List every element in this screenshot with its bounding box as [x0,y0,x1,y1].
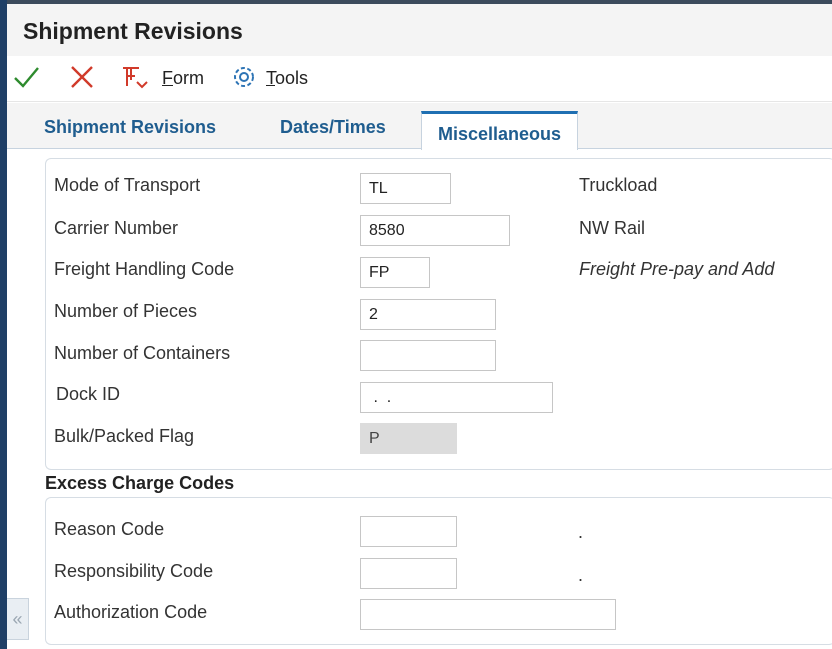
collapse-panel-button[interactable]: « [7,598,29,640]
authorization-code-label: Authorization Code [54,602,208,622]
freight-handling-code-description: Freight Pre-pay and Add [579,259,775,279]
authorization-code-field[interactable] [360,599,616,630]
tab-dates-times[interactable]: Dates/Times [280,117,386,138]
freight-handling-code-field[interactable]: FP [360,257,430,288]
reason-code-field[interactable] [360,516,457,547]
excess-charge-codes-title: Excess Charge Codes [45,473,235,493]
number-of-pieces-field[interactable]: 2 [360,299,496,330]
form-menu-icon[interactable] [120,62,150,92]
tab-shipment-revisions[interactable]: Shipment Revisions [44,117,216,138]
carrier-number-field[interactable]: 8580 [360,215,510,246]
mode-of-transport-label: Mode of Transport [54,175,201,195]
close-x-icon[interactable] [67,62,97,92]
toolbar: Form Tools [7,56,832,102]
mode-of-transport-description: Truckload [579,175,658,195]
bulk-packed-flag-label: Bulk/Packed Flag [54,426,195,446]
form-menu-button[interactable]: Form [162,68,204,89]
responsibility-code-description: . [578,565,584,585]
dock-id-field[interactable]: . . [360,382,553,413]
bulk-packed-flag-field: P [360,423,457,454]
reason-code-description: . [578,522,584,542]
number-of-pieces-label: Number of Pieces [54,301,198,321]
responsibility-code-label: Responsibility Code [54,561,214,581]
gear-icon[interactable] [229,62,259,92]
page-title: Shipment Revisions [23,18,243,44]
form-header: Shipment Revisions [7,0,832,56]
responsibility-code-field[interactable] [360,558,457,589]
mode-of-transport-field[interactable]: TL [360,173,451,204]
dock-id-label: Dock ID [56,384,121,404]
freight-handling-code-label: Freight Handling Code [54,259,235,279]
tab-bar: Shipment Revisions Dates/Times Miscellan… [7,103,832,150]
carrier-number-description: NW Rail [579,218,645,238]
number-of-containers-field[interactable] [360,340,496,371]
number-of-containers-label: Number of Containers [54,343,231,363]
checkmark-icon[interactable] [11,62,41,92]
tab-miscellaneous[interactable]: Miscellaneous [421,111,579,150]
carrier-number-label: Carrier Number [54,218,179,238]
left-edge-strip [0,0,7,649]
reason-code-label: Reason Code [54,519,165,539]
tools-menu-button[interactable]: Tools [266,68,308,89]
